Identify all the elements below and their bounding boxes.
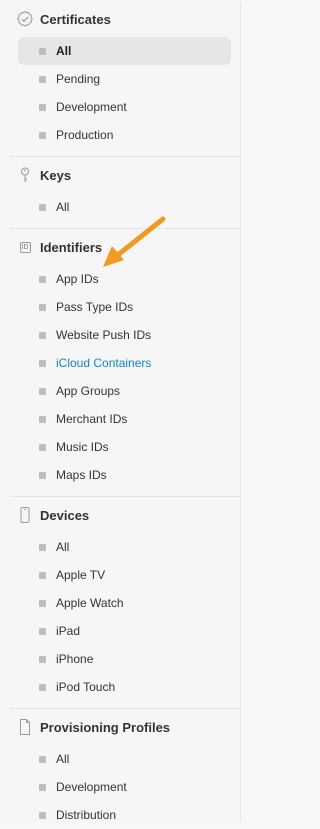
section-title: Keys (40, 167, 72, 183)
section-title: Certificates (40, 11, 111, 27)
sidebar-item-label: Development (56, 780, 127, 794)
sidebar-item-certificates-development[interactable]: Development (18, 93, 231, 121)
sidebar-item-label: Development (56, 100, 127, 114)
bullet-icon (39, 303, 46, 311)
sidebar-item-certificates-pending[interactable]: Pending (18, 65, 231, 93)
sidebar-item-label: iPod Touch (56, 680, 116, 694)
bullet-icon (39, 471, 46, 479)
bullet-icon (39, 103, 46, 111)
bullet-icon (39, 811, 46, 819)
sidebar-item-app-groups[interactable]: App Groups (18, 377, 231, 405)
sidebar-item-website-push-ids[interactable]: Website Push IDs (18, 321, 231, 349)
bullet-icon (39, 783, 46, 791)
id-icon-text: ID (19, 241, 31, 253)
sidebar-item-label: All (56, 200, 70, 214)
section-certificates: Certificates All Pending Development Pro… (0, 1, 240, 157)
key-icon (16, 166, 34, 184)
bullet-icon (39, 627, 46, 635)
sidebar-item-label: Music IDs (56, 440, 109, 454)
bullet-icon (39, 75, 46, 83)
section-identifiers: ID Identifiers App IDs Pass Type IDs Web… (0, 229, 240, 497)
sidebar-item-label: App IDs (56, 272, 99, 286)
sidebar-item-label: Production (56, 128, 114, 142)
sidebar-item-certificates-production[interactable]: Production (18, 121, 231, 149)
sidebar-item-label: Apple Watch (56, 596, 124, 610)
section-header-devices: Devices (0, 497, 240, 533)
bullet-icon (39, 443, 46, 451)
section-header-provisioning-profiles: Provisioning Profiles (0, 709, 240, 745)
bullet-icon (39, 359, 46, 367)
section-title: Devices (40, 507, 90, 523)
bullet-icon (39, 599, 46, 607)
sidebar-item-iphone[interactable]: iPhone (18, 645, 231, 673)
device-icon (16, 506, 34, 524)
bullet-icon (39, 203, 46, 211)
bullet-icon (39, 275, 46, 283)
bullet-icon (39, 331, 46, 339)
id-icon: ID (16, 238, 34, 256)
bullet-icon (39, 571, 46, 579)
section-provisioning-profiles: Provisioning Profiles All Development Di… (0, 709, 240, 829)
section-devices: Devices All Apple TV Apple Watch iPad iP… (0, 497, 240, 709)
bullet-icon (39, 387, 46, 395)
bullet-icon (39, 415, 46, 423)
section-title: Provisioning Profiles (40, 719, 171, 735)
section-header-keys: Keys (0, 157, 240, 193)
sidebar-item-app-ids[interactable]: App IDs (18, 265, 231, 293)
bullet-icon (39, 683, 46, 691)
section-title: Identifiers (40, 239, 103, 255)
sidebar-item-profiles-development[interactable]: Development (18, 773, 231, 801)
section-header-certificates: Certificates (0, 1, 240, 37)
bullet-icon (39, 47, 46, 55)
bullet-icon (39, 131, 46, 139)
sidebar-item-pass-type-ids[interactable]: Pass Type IDs (18, 293, 231, 321)
sidebar-item-icloud-containers[interactable]: iCloud Containers (18, 349, 231, 377)
sidebar-item-devices-all[interactable]: All (18, 533, 231, 561)
sidebar-item-label: All (56, 752, 70, 766)
sidebar-item-profiles-distribution[interactable]: Distribution (18, 801, 231, 829)
sidebar-item-music-ids[interactable]: Music IDs (18, 433, 231, 461)
sidebar-item-profiles-all[interactable]: All (18, 745, 231, 773)
sidebar-item-label: iCloud Containers (56, 356, 152, 370)
sidebar-item-apple-watch[interactable]: Apple Watch (18, 589, 231, 617)
bullet-icon (39, 543, 46, 551)
sidebar-item-ipod-touch[interactable]: iPod Touch (18, 673, 231, 701)
sidebar-item-label: All (56, 44, 72, 58)
sidebar-item-ipad[interactable]: iPad (18, 617, 231, 645)
sidebar-item-label: All (56, 540, 70, 554)
sidebar-item-label: iPhone (56, 652, 94, 666)
document-icon (16, 718, 34, 736)
sidebar-item-label: Maps IDs (56, 468, 107, 482)
sidebar-item-label: Merchant IDs (56, 412, 128, 426)
sidebar-item-label: Website Push IDs (56, 328, 152, 342)
sidebar-item-label: Pending (56, 72, 101, 86)
certificate-badge-icon (16, 10, 34, 28)
sidebar-item-label: iPad (56, 624, 81, 638)
sidebar-item-apple-tv[interactable]: Apple TV (18, 561, 231, 589)
sidebar-item-maps-ids[interactable]: Maps IDs (18, 461, 231, 489)
bullet-icon (39, 755, 46, 763)
sidebar-item-keys-all[interactable]: All (18, 193, 231, 221)
bullet-icon (39, 655, 46, 663)
sidebar-item-label: Pass Type IDs (56, 300, 134, 314)
section-header-identifiers: ID Identifiers (0, 229, 240, 265)
sidebar-item-label: Distribution (56, 808, 117, 822)
sidebar-item-label: App Groups (56, 384, 121, 398)
sidebar-item-label: Apple TV (56, 568, 106, 582)
section-keys: Keys All (0, 157, 240, 229)
sidebar-panel: Certificates All Pending Development Pro… (0, 1, 241, 822)
sidebar-item-certificates-all[interactable]: All (18, 37, 231, 65)
sidebar-item-merchant-ids[interactable]: Merchant IDs (18, 405, 231, 433)
